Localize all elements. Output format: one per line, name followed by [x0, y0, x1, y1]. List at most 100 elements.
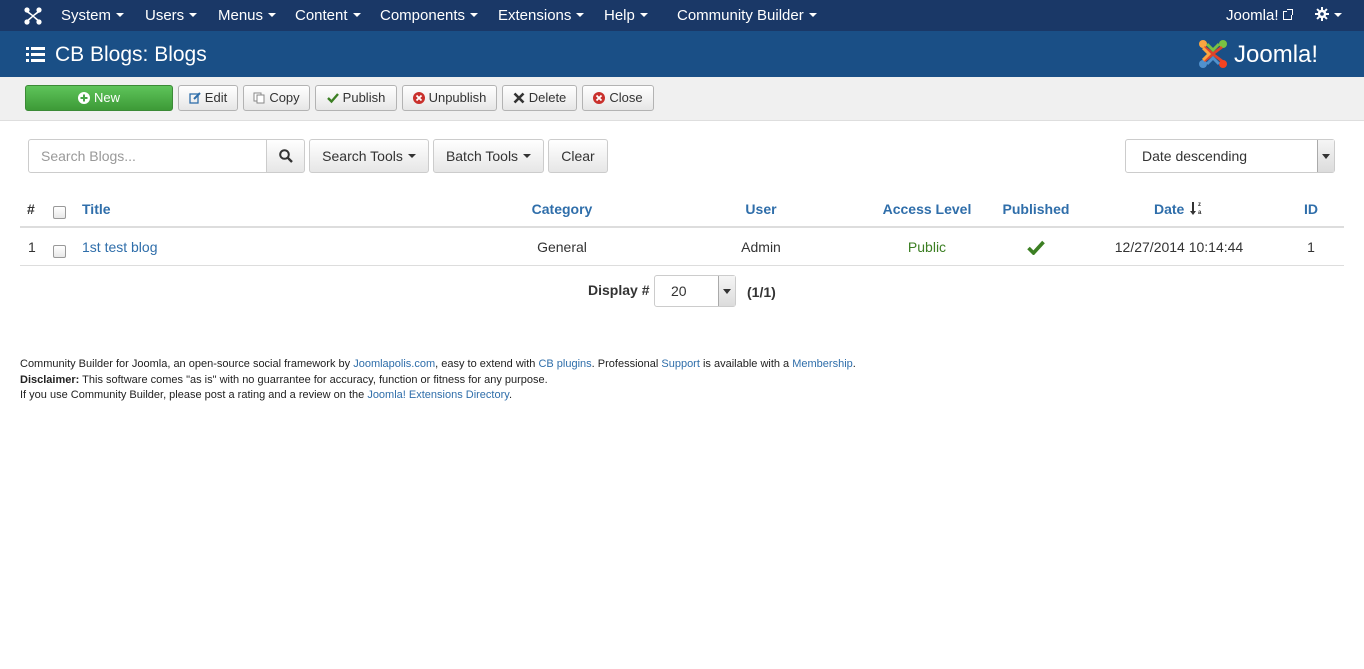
col-title[interactable]: Title [82, 190, 111, 228]
footer-line-1: Community Builder for Joomla, an open-so… [20, 357, 856, 373]
svg-text:Joomla!: Joomla! [1234, 41, 1318, 68]
col-published[interactable]: Published [986, 190, 1086, 228]
chevron-down-icon [639, 13, 648, 18]
menu-community-builder[interactable]: Community Builder [677, 0, 817, 31]
publish-button[interactable]: Publish [315, 85, 397, 111]
ordering-select[interactable]: Date descending [1125, 139, 1335, 173]
display-limit-value: 20 [671, 283, 687, 299]
footer-text: is available with a [699, 358, 793, 370]
user-settings-menu[interactable] [1315, 0, 1342, 31]
footer-text: If you use Community Builder, please pos… [20, 389, 368, 401]
chevron-down-icon [523, 154, 532, 159]
search-input[interactable] [28, 139, 267, 173]
unpublish-button-label: Unpublish [428, 90, 487, 105]
chevron-down-icon [1334, 13, 1342, 18]
display-limit-select[interactable]: 20 [654, 275, 736, 307]
copy-button-label: Copy [269, 90, 300, 105]
delete-button-label: Delete [528, 90, 567, 105]
edit-icon [189, 91, 201, 104]
select-all-checkbox[interactable] [53, 206, 66, 219]
page-header: CB Blogs: Blogs Joomla! [0, 31, 1364, 77]
menu-system[interactable]: System [61, 0, 125, 31]
joomla-menu-icon[interactable] [23, 6, 43, 26]
menu-extensions[interactable]: Extensions [498, 0, 585, 31]
footer-text: . Professional [591, 358, 662, 370]
unpublish-button[interactable]: Unpublish [402, 85, 497, 111]
batch-tools-button[interactable]: Batch Tools [433, 139, 544, 173]
edit-button[interactable]: Edit [178, 85, 238, 111]
col-id[interactable]: ID [1291, 190, 1331, 228]
chevron-down-icon [352, 13, 361, 18]
site-preview-label: Joomla! [1226, 7, 1279, 24]
sort-descending-icon: z a [1190, 202, 1202, 216]
col-access-level[interactable]: Access Level [867, 190, 987, 228]
col-date-label: Date [1154, 201, 1185, 217]
cb-plugins-link[interactable]: CB plugins [538, 358, 591, 370]
new-button-label: New [93, 90, 120, 105]
row-category: General [537, 239, 587, 255]
footer-text: Community Builder for Joomla, an open-so… [20, 358, 354, 370]
chevron-down-icon [116, 13, 125, 18]
row-date: 12/27/2014 10:14:44 [1114, 239, 1244, 255]
page-info: (1/1) [747, 284, 776, 300]
chevron-down-icon [576, 13, 585, 18]
toolbar: New Edit Copy Publish Unpublish Delete C… [0, 77, 1364, 121]
site-preview-link[interactable]: Joomla! [1226, 0, 1293, 31]
row-published-toggle[interactable] [986, 228, 1086, 266]
menu-menus[interactable]: Menus [218, 0, 277, 31]
footer: Community Builder for Joomla, an open-so… [20, 357, 856, 404]
close-button[interactable]: Close [582, 85, 654, 111]
search-tools-label: Search Tools [322, 148, 403, 164]
close-icon [593, 91, 606, 104]
svg-text:a: a [1198, 210, 1202, 216]
search-icon [279, 149, 293, 163]
menu-users-label: Users [145, 7, 185, 24]
copy-button[interactable]: Copy [243, 85, 310, 111]
new-button[interactable]: New [25, 85, 173, 111]
list-icon [26, 47, 45, 62]
extensions-directory-link[interactable]: Joomla! Extensions Directory [367, 389, 509, 401]
chevron-down-icon [407, 154, 416, 159]
menu-users[interactable]: Users [145, 0, 198, 31]
footer-text: , easy to extend with [435, 358, 539, 370]
row-num: 1 [28, 239, 36, 255]
table-row: 1 1st test blog General Admin Public 12/… [20, 228, 1344, 266]
svg-text:z: z [1198, 202, 1201, 208]
search-tools-button[interactable]: Search Tools [309, 139, 429, 173]
menu-system-label: System [61, 7, 112, 24]
delete-button[interactable]: Delete [502, 85, 577, 111]
row-user: Admin [741, 239, 781, 255]
external-link-icon [1282, 8, 1293, 20]
menu-extensions-label: Extensions [498, 7, 572, 24]
menu-community-builder-label: Community Builder [677, 7, 804, 24]
col-category[interactable]: Category [512, 190, 612, 228]
table-header: # Title Category User Access Level Publi… [20, 190, 1344, 228]
row-title-link[interactable]: 1st test blog [82, 228, 158, 266]
delete-icon [513, 92, 525, 103]
footer-text: . [508, 389, 512, 401]
footer-text: . [852, 358, 856, 370]
joomla-logo: Joomla! [1199, 40, 1318, 68]
copy-icon [253, 92, 265, 104]
chevron-down-icon [808, 13, 817, 18]
menu-components[interactable]: Components [380, 0, 479, 31]
joomlapolis-link[interactable]: Joomlapolis.com [353, 358, 435, 370]
support-link[interactable]: Support [661, 358, 700, 370]
menu-help-label: Help [604, 7, 635, 24]
edit-button-label: Edit [204, 90, 228, 105]
menu-content-label: Content [295, 7, 348, 24]
clear-button[interactable]: Clear [548, 139, 608, 173]
search-button[interactable] [266, 139, 305, 173]
menu-content[interactable]: Content [295, 0, 361, 31]
col-user[interactable]: User [721, 190, 801, 228]
chevron-down-icon [189, 13, 198, 18]
col-date[interactable]: Date z a [1154, 190, 1204, 228]
row-checkbox[interactable] [53, 245, 66, 258]
membership-link[interactable]: Membership [792, 358, 853, 370]
publish-button-label: Publish [342, 90, 386, 105]
menu-menus-label: Menus [218, 7, 264, 24]
menu-help[interactable]: Help [604, 0, 648, 31]
close-button-label: Close [609, 90, 643, 105]
disclaimer-text: This software comes "as is" with no guar… [79, 373, 548, 386]
display-limit-label: Display # [588, 282, 650, 298]
